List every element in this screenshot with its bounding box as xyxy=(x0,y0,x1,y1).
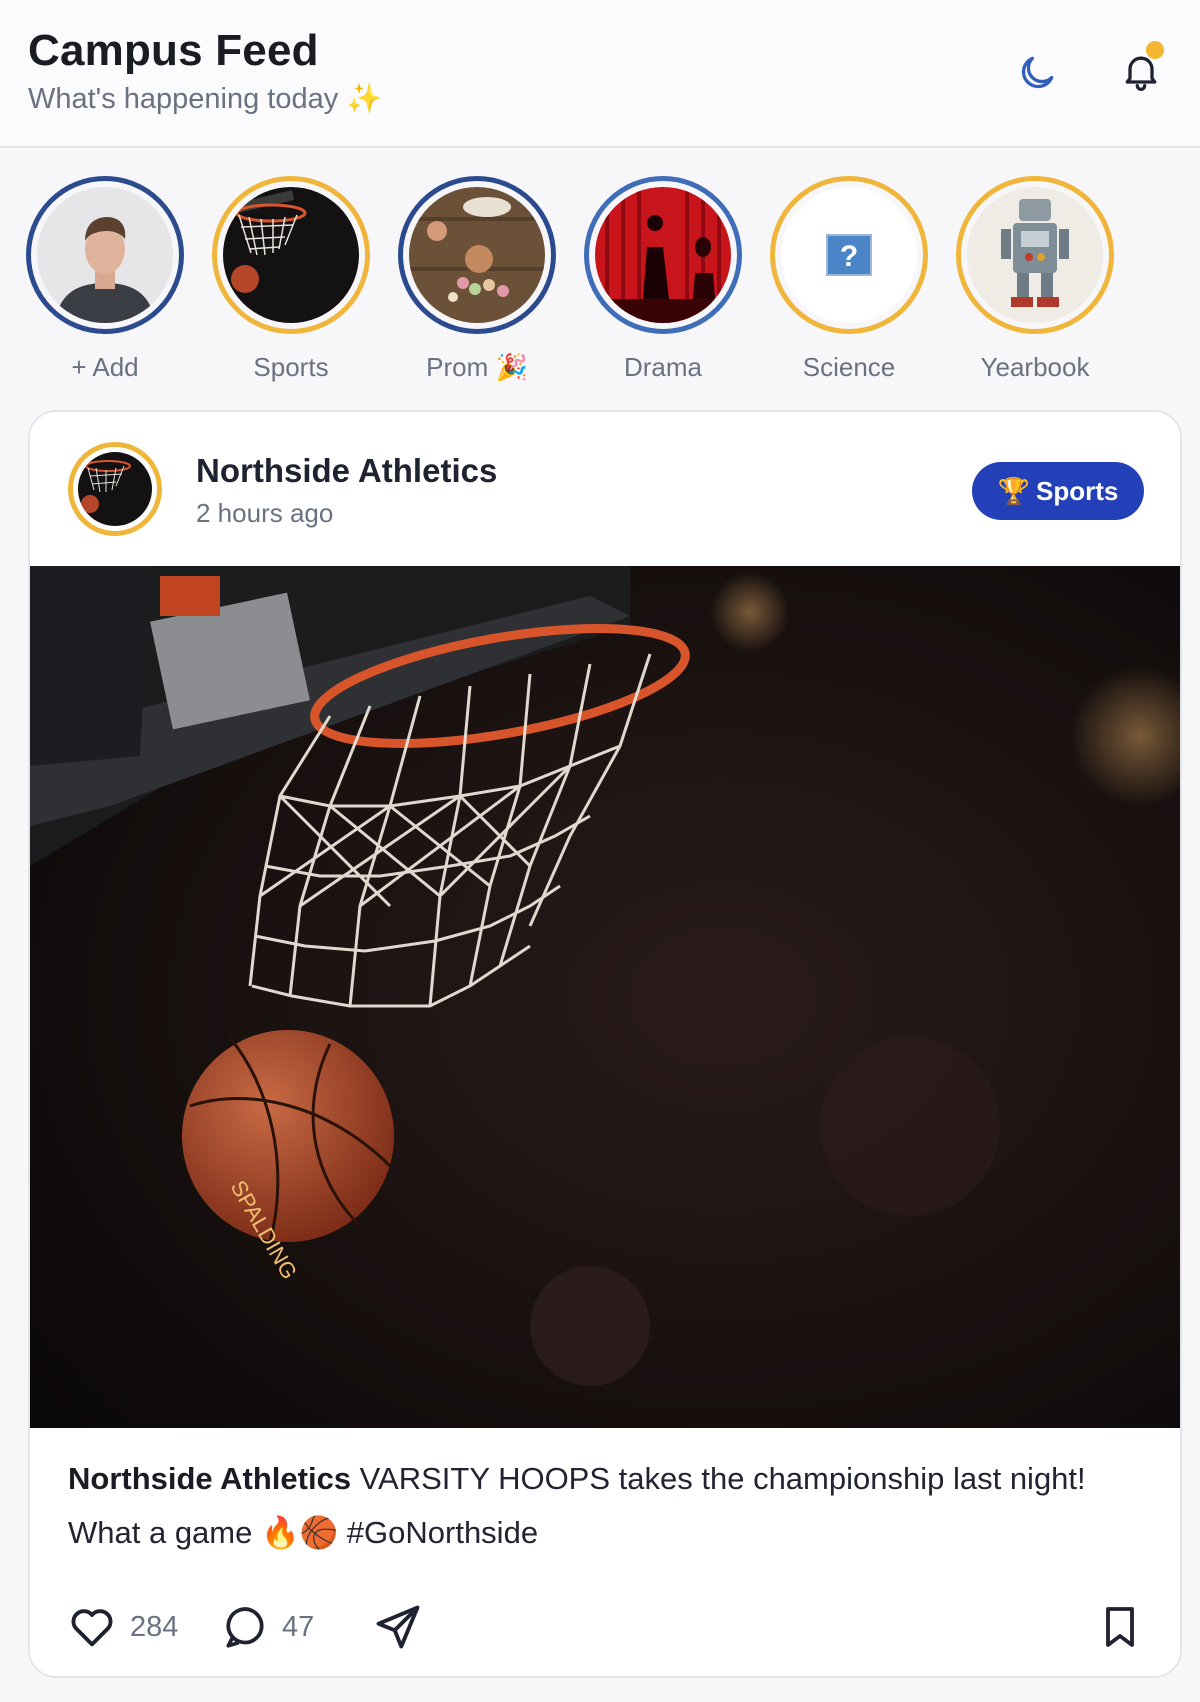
story-label: Prom 🎉 xyxy=(426,352,528,382)
story-science[interactable]: ? Science xyxy=(769,176,929,383)
story-ring xyxy=(398,176,556,334)
story-sports[interactable]: Sports xyxy=(211,176,371,383)
post-author-name[interactable]: Northside Athletics xyxy=(196,452,497,490)
story-yearbook[interactable]: Yearbook xyxy=(955,176,1115,383)
page-subtitle: What's happening today ✨ xyxy=(28,83,383,115)
share-button[interactable] xyxy=(372,1592,424,1662)
bookmark-button[interactable] xyxy=(1096,1592,1144,1662)
post-timestamp: 2 hours ago xyxy=(196,498,334,528)
avatar xyxy=(78,452,152,526)
trophy-icon: 🏆 xyxy=(997,475,1031,506)
story-drama[interactable]: Drama xyxy=(583,176,743,383)
post-author-avatar[interactable] xyxy=(68,442,162,536)
post-actions: 284 47 xyxy=(30,1592,1180,1662)
story-ring xyxy=(26,176,184,334)
comment-button[interactable]: 47 xyxy=(220,1592,314,1662)
heart-icon xyxy=(71,1609,113,1647)
moon-icon xyxy=(1021,56,1054,89)
story-ring: ? xyxy=(770,176,928,334)
like-count: 284 xyxy=(130,1610,179,1643)
story-thumbnail xyxy=(967,187,1103,323)
stories-row: + Add Sports Prom 🎉 Drama ? Science Year… xyxy=(0,176,1200,386)
dark-mode-toggle[interactable] xyxy=(1002,38,1072,108)
story-add[interactable]: + Add xyxy=(25,176,185,383)
story-thumbnail xyxy=(223,187,359,323)
bookmark-icon xyxy=(1106,1607,1134,1647)
story-thumbnail: ? xyxy=(781,187,917,323)
caption-author[interactable]: Northside Athletics xyxy=(68,1461,351,1496)
story-ring xyxy=(956,176,1114,334)
svg-text:?: ? xyxy=(840,240,858,273)
story-ring xyxy=(584,176,742,334)
category-badge-label: Sports xyxy=(1036,475,1119,506)
story-label: + Add xyxy=(71,352,139,382)
story-label: Drama xyxy=(623,352,702,382)
post-card: Northside Athletics 2 hours ago 🏆 Sports xyxy=(28,410,1182,1678)
story-ring xyxy=(212,176,370,334)
story-label: Science xyxy=(802,352,896,382)
story-thumbnail xyxy=(409,187,545,323)
notification-dot xyxy=(1146,41,1164,59)
avatar xyxy=(37,187,173,323)
story-thumbnail xyxy=(595,187,731,323)
story-label: Yearbook xyxy=(980,352,1090,382)
comment-count: 47 xyxy=(282,1610,315,1643)
post-caption: Northside Athletics VARSITY HOOPS takes … xyxy=(68,1452,1148,1560)
category-badge[interactable]: 🏆 Sports xyxy=(972,462,1144,520)
post-image[interactable]: SPALDING xyxy=(30,566,1180,1428)
app-header: Campus Feed What's happening today ✨ xyxy=(0,0,1200,148)
page-title: Campus Feed xyxy=(28,26,319,75)
comment-icon xyxy=(226,1607,264,1648)
story-prom[interactable]: Prom 🎉 xyxy=(397,176,557,383)
notifications-button[interactable] xyxy=(1106,36,1176,106)
like-button[interactable]: 284 xyxy=(66,1592,178,1662)
broken-image-icon: ? xyxy=(826,234,872,276)
story-label: Sports xyxy=(253,352,329,382)
send-icon xyxy=(376,1605,420,1649)
